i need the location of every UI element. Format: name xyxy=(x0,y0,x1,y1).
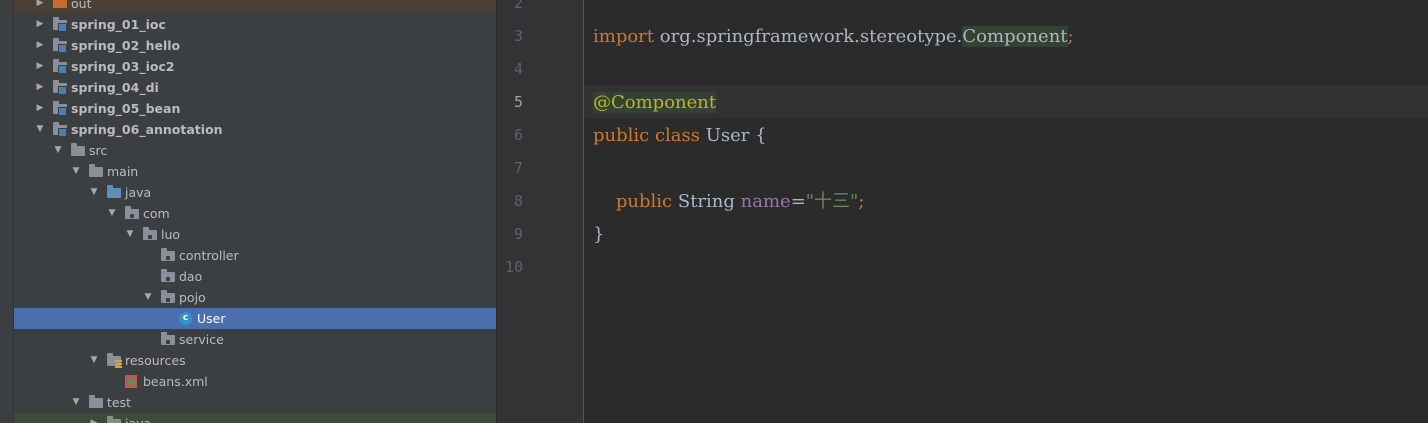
module-folder-icon xyxy=(52,80,68,95)
chevron-right-icon[interactable]: ▶ xyxy=(34,0,46,14)
folder-icon xyxy=(88,395,104,409)
tree-item-label: User xyxy=(197,311,226,326)
line-number-current: 5 xyxy=(513,93,523,111)
project-tree: ▶ out ▶ spring_01_ioc ▶ spring_02_hello … xyxy=(14,0,496,423)
tree-item-label: spring_05_bean xyxy=(71,101,181,116)
code-line-class-decl: public class User { xyxy=(593,125,767,146)
tree-item-module[interactable]: ▼ spring_06_annotation xyxy=(14,119,496,140)
package-icon xyxy=(160,269,176,283)
chevron-down-icon[interactable]: ▼ xyxy=(70,161,82,182)
folder-icon xyxy=(70,143,86,157)
tree-item-package[interactable]: controller xyxy=(14,245,496,266)
tree-item-label: luo xyxy=(161,227,181,242)
package-icon xyxy=(160,290,176,304)
code-editor[interactable]: 2 3 4 5 6 7 8 9 10 import org.springfram… xyxy=(497,0,1428,423)
line-number: 9 xyxy=(513,225,523,243)
chevron-right-icon[interactable]: ▶ xyxy=(34,35,46,56)
tree-item-label: beans.xml xyxy=(143,374,208,389)
line-number: 3 xyxy=(513,27,523,45)
chevron-down-icon[interactable]: ▼ xyxy=(124,224,136,245)
code-line-field: public String name="十三"; xyxy=(615,191,865,212)
line-number: 8 xyxy=(513,192,523,210)
line-number: 2 xyxy=(513,0,523,12)
xml-file-icon xyxy=(124,375,140,388)
tree-item-folder[interactable]: ▼ src xyxy=(14,140,496,161)
tree-item-source-folder[interactable]: ▼ java xyxy=(14,182,496,203)
chevron-right-icon[interactable]: ▶ xyxy=(34,77,46,98)
folder-icon xyxy=(52,0,68,10)
code-line-import: import org.springframework.stereotype.Co… xyxy=(593,26,1074,47)
class-icon: c xyxy=(178,312,194,325)
line-number: 4 xyxy=(513,60,523,78)
module-folder-icon xyxy=(52,59,68,74)
tree-item-package[interactable]: ▼ com xyxy=(14,203,496,224)
chevron-down-icon[interactable]: ▼ xyxy=(88,182,100,203)
tree-item-label: java xyxy=(125,413,151,423)
tree-item-class-user[interactable]: c User xyxy=(14,308,496,329)
module-folder-icon xyxy=(52,17,68,32)
tree-item-module[interactable]: ▶ spring_05_bean xyxy=(14,98,496,119)
tree-item-module[interactable]: ▶ spring_02_hello xyxy=(14,35,496,56)
chevron-right-icon[interactable]: ▶ xyxy=(88,413,100,423)
line-number: 7 xyxy=(513,159,523,177)
tree-item-folder[interactable]: ▼ main xyxy=(14,161,496,182)
tree-item-label: service xyxy=(179,332,224,347)
tree-item-package[interactable]: ▼ luo xyxy=(14,224,496,245)
package-icon xyxy=(124,206,140,220)
line-number: 6 xyxy=(513,126,523,144)
tree-item-file[interactable]: beans.xml xyxy=(14,371,496,392)
chevron-right-icon[interactable]: ▶ xyxy=(34,98,46,119)
tree-item-label: out xyxy=(71,0,92,11)
chevron-down-icon[interactable]: ▼ xyxy=(34,119,46,140)
tree-item-label: spring_02_hello xyxy=(71,38,181,53)
tree-item-label: test xyxy=(107,395,132,410)
module-folder-icon xyxy=(52,122,68,137)
chevron-down-icon[interactable]: ▼ xyxy=(106,203,118,224)
tree-item-label: spring_06_annotation xyxy=(71,122,223,137)
tree-item-folder[interactable]: ▼ test xyxy=(14,392,496,413)
tree-item-module[interactable]: ▶ spring_03_ioc2 xyxy=(14,56,496,77)
tree-item-label: spring_01_ioc xyxy=(71,17,166,32)
module-folder-icon xyxy=(52,101,68,116)
tree-item-label: main xyxy=(107,164,139,179)
tree-item-module[interactable]: ▶ spring_01_ioc xyxy=(14,14,496,35)
tree-item-label: spring_03_ioc2 xyxy=(71,59,175,74)
tree-item-source-folder[interactable]: ▶ java xyxy=(14,413,496,423)
line-number: 10 xyxy=(504,258,523,276)
line-number-gutter: 2 3 4 5 6 7 8 9 10 xyxy=(497,0,584,423)
chevron-right-icon[interactable]: ▶ xyxy=(34,56,46,77)
tree-item-label: spring_04_di xyxy=(71,80,159,95)
tree-item-label: java xyxy=(125,185,152,200)
tree-item-package[interactable]: service xyxy=(14,329,496,350)
tool-window-strip xyxy=(0,0,14,423)
tree-item-label: com xyxy=(143,206,170,221)
folder-icon xyxy=(88,164,104,178)
package-icon xyxy=(160,332,176,346)
tree-item-module[interactable]: ▶ spring_04_di xyxy=(14,77,496,98)
package-icon xyxy=(142,227,158,241)
code-line-annotation: @Component xyxy=(593,92,717,113)
tree-item-label: pojo xyxy=(179,290,206,305)
source-folder-icon xyxy=(106,185,122,199)
tree-item-label: dao xyxy=(179,269,203,284)
chevron-down-icon[interactable]: ▼ xyxy=(52,140,64,161)
tree-item-label: controller xyxy=(179,248,239,263)
tree-item-package[interactable]: ▼ pojo xyxy=(14,287,496,308)
module-folder-icon xyxy=(52,38,68,53)
tree-item-label: src xyxy=(89,143,108,158)
chevron-right-icon[interactable]: ▶ xyxy=(34,14,46,35)
package-icon xyxy=(160,248,176,262)
chevron-down-icon[interactable]: ▼ xyxy=(88,350,100,371)
tree-item-package[interactable]: dao xyxy=(14,266,496,287)
source-folder-icon xyxy=(106,416,122,423)
chevron-down-icon[interactable]: ▼ xyxy=(142,287,154,308)
chevron-down-icon[interactable]: ▼ xyxy=(70,392,82,413)
code-line-close-brace: } xyxy=(593,224,605,245)
tree-item-out[interactable]: ▶ out xyxy=(14,0,496,14)
tree-item-label: resources xyxy=(125,353,186,368)
resources-folder-icon xyxy=(106,353,122,368)
tree-item-resources-folder[interactable]: ▼ resources xyxy=(14,350,496,371)
